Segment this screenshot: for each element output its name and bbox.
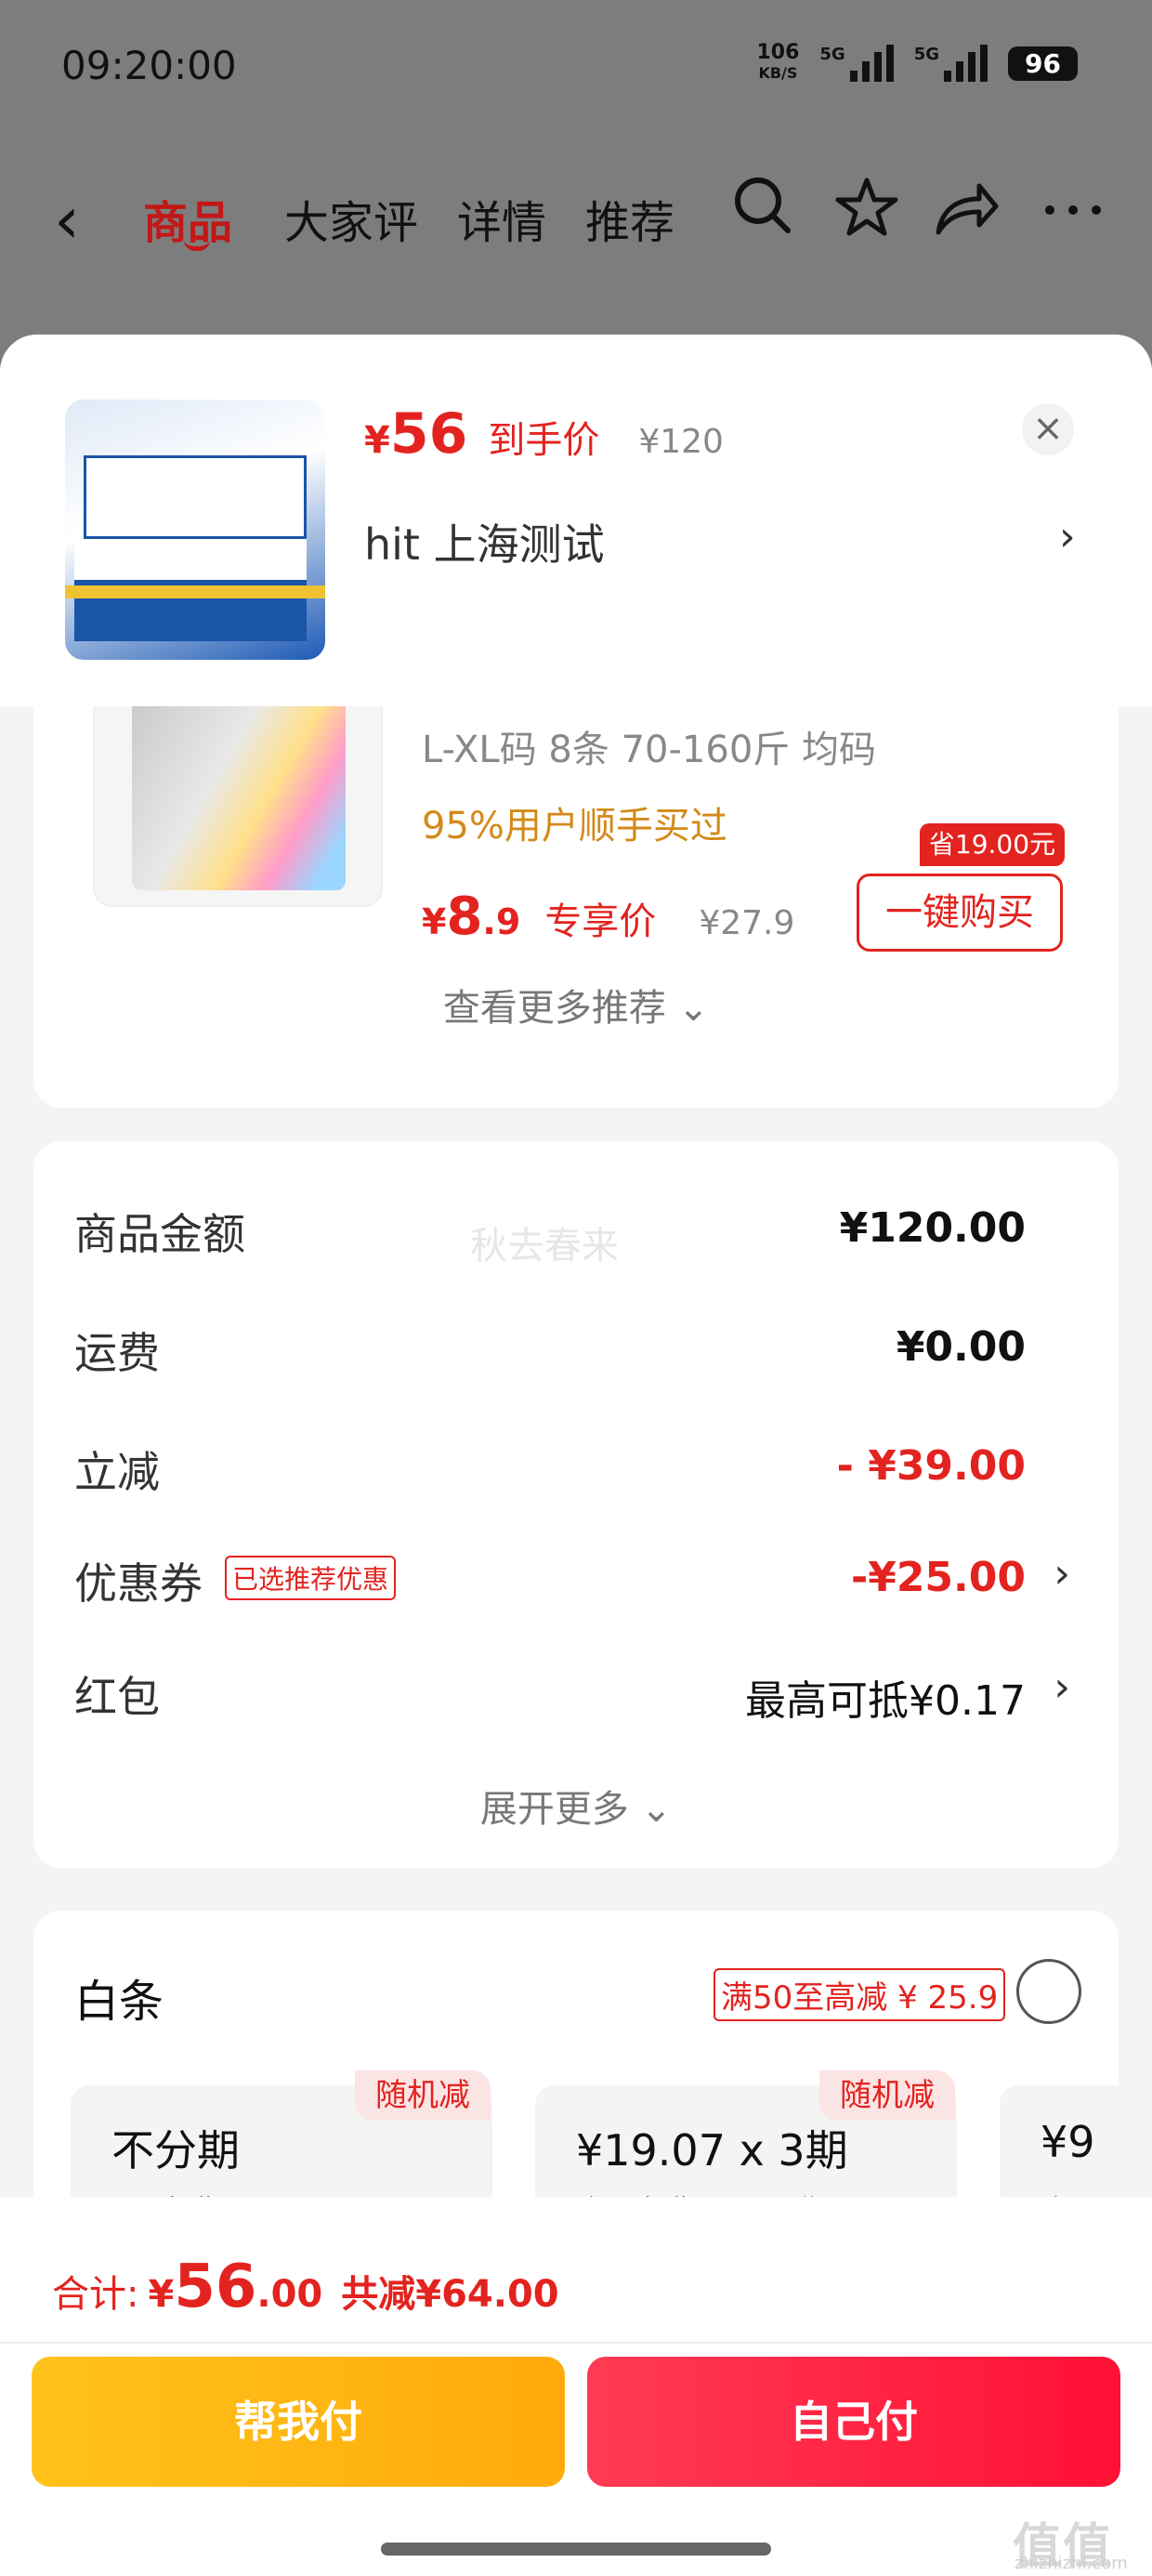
order-total: 合计: ¥ 56 .00 共减¥64.00 (52, 2253, 559, 2321)
rec-price-label: 专享价 (544, 900, 657, 943)
recommend-product-image[interactable] (93, 693, 383, 907)
net-speed: 106 KB/S (756, 43, 799, 84)
checkout-sheet: L-XL码 8条 70-160斤 均码 95%用户顺手买过 ¥8.9 专享价 ¥… (0, 335, 1152, 2576)
chevron-right-icon[interactable]: › (1054, 1663, 1070, 1711)
tab-reviews[interactable]: 大家评 (284, 186, 418, 251)
shipping-label: 运费 (74, 1328, 160, 1378)
more-recommend-label: 查看更多推荐 (442, 987, 666, 1030)
checkout-bar: 合计: ¥ 56 .00 共减¥64.00 帮我付 自己付 (0, 2197, 1152, 2576)
product-header: ¥56 到手价 ¥120 hit 上海测试 › × (0, 335, 1152, 706)
plan-title: 不分期 (111, 2125, 240, 2175)
discount-label: 立减 (74, 1447, 160, 1497)
original-price: ¥120 (638, 423, 724, 461)
baitiao-card: 白条 满50至高减 ¥ 25.9 不分期 0服务费 随机减 ¥19.07 x 3… (33, 1911, 1119, 2245)
tab-recommend[interactable]: 推荐 (585, 186, 674, 251)
tab-details[interactable]: 详情 (457, 186, 546, 251)
expand-more-link[interactable]: 展开更多 ⌄ (33, 1779, 1119, 1833)
product-image[interactable] (65, 400, 325, 660)
chevron-down-icon: ⌄ (640, 1788, 673, 1831)
final-price: 56 (389, 401, 468, 467)
site-watermark-url: zhizhizhi.com (1015, 2554, 1128, 2573)
watermark-text: 秋去春来 (470, 1225, 619, 1268)
home-indicator[interactable] (381, 2543, 771, 2556)
chevron-right-icon[interactable]: › (1054, 1550, 1070, 1597)
back-icon[interactable]: ‹ (54, 182, 80, 258)
coupon-label[interactable]: 优惠券 (74, 1550, 203, 1611)
search-icon[interactable] (732, 175, 793, 249)
signal-icon-2: 5G (914, 45, 988, 82)
star-icon[interactable] (834, 175, 899, 253)
pay-myself-button[interactable]: 自己付 (587, 2357, 1120, 2487)
signal-icon: 5G (819, 45, 894, 82)
recommend-spec: L-XL码 8条 70-160斤 均码 (422, 729, 876, 771)
help-me-pay-button[interactable]: 帮我付 (32, 2357, 565, 2487)
total-int: 56 (174, 2253, 257, 2321)
baitiao-title: 白条 (74, 1976, 164, 2028)
net-speed-value: 106 (756, 41, 800, 64)
total-label: 合计: (52, 2273, 139, 2316)
rec-price-symbol: ¥ (422, 901, 447, 942)
baitiao-radio[interactable] (1016, 1959, 1081, 2024)
discount-value: - ¥39.00 (836, 1442, 1026, 1490)
recommend-price: ¥8.9 专享价 ¥27.9 (422, 887, 794, 947)
coupon-value[interactable]: -¥25.00 (851, 1554, 1026, 1601)
status-icons: 106 KB/S 5G 5G 96 (756, 43, 1078, 84)
total-symbol: ¥ (148, 2273, 175, 2316)
battery-icon: 96 (1008, 46, 1078, 81)
address[interactable]: hit 上海测试 (364, 511, 605, 572)
baitiao-promo-tag: 满50至高减 ¥ 25.9 (713, 1968, 1006, 2021)
expand-more-label: 展开更多 (479, 1788, 629, 1831)
more-recommend-link[interactable]: 查看更多推荐 ⌄ (33, 978, 1119, 1032)
plan-title: ¥19.07 x 3期 (576, 2125, 848, 2175)
goods-amount-label: 商品金额 (74, 1209, 245, 1259)
rec-price-dec: .9 (482, 901, 521, 942)
save-badge: 省19.00元 (920, 823, 1065, 866)
rec-original-price: ¥27.9 (699, 904, 795, 942)
more-icon[interactable] (1042, 175, 1104, 249)
chevron-right-icon[interactable]: › (1059, 513, 1076, 560)
close-icon[interactable]: × (1022, 403, 1074, 455)
recommend-card: L-XL码 8条 70-160斤 均码 95%用户顺手买过 ¥8.9 专享价 ¥… (33, 693, 1119, 1108)
one-click-buy-button[interactable]: 一键购买 (857, 874, 1063, 952)
coupon-selected-tag: 已选推荐优惠 (225, 1556, 397, 1600)
net-speed-unit: KB/S (758, 64, 798, 82)
random-discount-tag: 随机减 (355, 2070, 491, 2121)
final-price-label: 到手价 (488, 419, 600, 462)
shipping-value: ¥0.00 (896, 1323, 1026, 1371)
plan-title: ¥9 (1041, 2117, 1095, 2167)
recommend-buyers: 95%用户顺手买过 (422, 805, 727, 848)
divider (0, 2342, 1152, 2344)
signal-type-2: 5G (913, 45, 940, 64)
signal-type: 5G (819, 45, 845, 64)
goods-amount-value: ¥120.00 (839, 1204, 1026, 1252)
random-discount-tag: 随机减 (819, 2070, 955, 2121)
share-icon[interactable] (933, 177, 1000, 251)
price-row: ¥56 到手价 ¥120 (364, 401, 724, 467)
status-time: 09:20:00 (61, 43, 237, 88)
rec-price-int: 8 (446, 887, 483, 947)
total-dec: .00 (256, 2273, 323, 2316)
price-symbol: ¥ (364, 419, 390, 462)
cost-summary-card: 秋去春来 商品金额 ¥120.00 运费 ¥0.00 立减 - ¥39.00 优… (33, 1141, 1119, 1868)
total-saved: 共减¥64.00 (341, 2273, 559, 2316)
red-packet-label[interactable]: 红包 (74, 1663, 160, 1725)
chevron-down-icon: ⌄ (677, 987, 710, 1030)
red-packet-value[interactable]: 最高可抵¥0.17 (745, 1667, 1026, 1727)
